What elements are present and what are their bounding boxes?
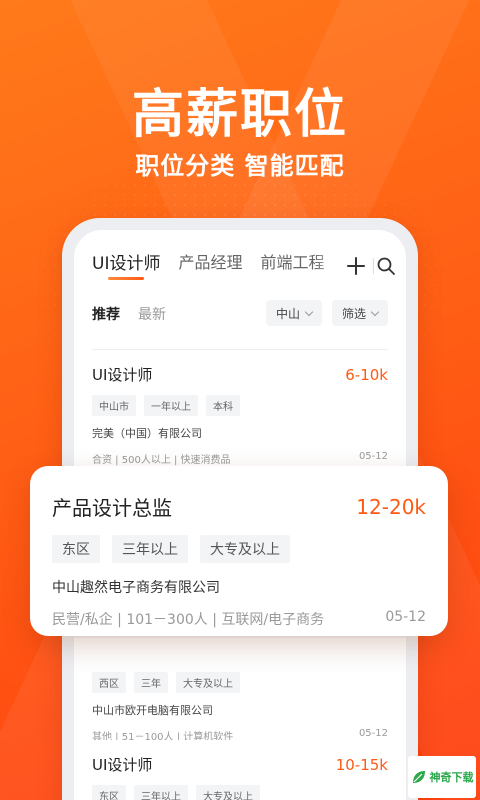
tab-product-manager[interactable]: 产品经理 [178,249,242,273]
job-date: 05-12 [358,451,388,462]
leaf-icon [411,769,427,785]
job-tag: 西区 [92,672,126,693]
top-bar: UI设计师 产品经理 前端工程 推荐 最新 中山 筛选 [74,230,406,350]
job-date: 05-12 [385,609,426,625]
job-company: 中山市欧开电脑有限公司 [92,704,213,717]
plus-icon[interactable] [346,256,366,276]
city-dropdown-label: 中山 [275,306,300,321]
job-title: UI设计师 [92,756,153,774]
job-tag: 本科 [206,395,240,416]
job-tags: 东区 三年以上 大专及以上 [52,535,426,563]
tab-ui-designer[interactable]: UI设计师 [92,249,160,280]
job-tag: 大专及以上 [200,535,290,563]
job-tag: 中山市 [92,395,136,416]
job-salary: 6-10k [345,365,388,384]
watermark-text: 神奇下载 [429,771,474,784]
job-title: UI设计师 [92,366,153,384]
job-info: 民营/私企 | 101－300人 | 互联网/电子商务 [52,612,325,628]
hero-subtitle: 职位分类 智能匹配 [135,152,345,180]
city-dropdown[interactable]: 中山 [265,300,322,326]
job-tag: 东区 [52,535,100,563]
job-salary: 12-20k [356,494,426,519]
job-salary: 10-15k [335,755,388,774]
filter-bar: 推荐 最新 中山 筛选 [92,292,388,336]
job-title: 产品设计总监 [52,496,172,520]
job-tag: 三年以上 [134,785,188,800]
job-tag: 三年以上 [112,535,188,563]
chevron-down-icon [370,307,380,316]
job-tag: 三年 [134,672,168,693]
job-card[interactable]: UI设计师 10-15k 东区 三年以上 大专及以上 [74,740,406,800]
job-card[interactable]: 西区 三年 大专及以上 中山市欧开电脑有限公司 其他 | 51－100人 | 计… [74,638,406,755]
hero-title: 高薪职位 [131,85,348,145]
job-company: 完美（中国）有限公司 [92,427,202,440]
tab-fade [314,254,344,284]
screen-dropdown-label: 筛选 [341,306,366,321]
job-tags: 中山市 一年以上 本科 [92,395,388,416]
tab-divider [373,258,374,274]
job-tags: 东区 三年以上 大专及以上 [92,785,388,800]
job-tags: 西区 三年 大专及以上 [92,672,388,693]
featured-job-card[interactable]: 产品设计总监 12-20k 东区 三年以上 大专及以上 中山趣然电子商务有限公司… [30,466,448,636]
job-tag: 大专及以上 [196,785,260,800]
watermark-badge: 神奇下载 [408,756,476,798]
job-card[interactable]: UI设计师 6-10k 中山市 一年以上 本科 完美（中国）有限公司 合资 | … [74,350,406,478]
job-tag: 一年以上 [144,395,198,416]
chevron-down-icon [304,307,314,316]
job-company: 中山趣然电子商务有限公司 [52,580,220,596]
filter-recommend[interactable]: 推荐 [92,304,120,324]
job-tag: 大专及以上 [176,672,240,693]
search-icon[interactable] [376,256,396,276]
job-tag: 东区 [92,785,126,800]
screen-dropdown[interactable]: 筛选 [331,300,388,326]
divider [92,349,388,350]
filter-latest[interactable]: 最新 [138,304,166,324]
filter-chips: 中山 筛选 [265,300,388,326]
job-info: 合资 | 500人以上 | 快速消费品 [92,455,231,466]
